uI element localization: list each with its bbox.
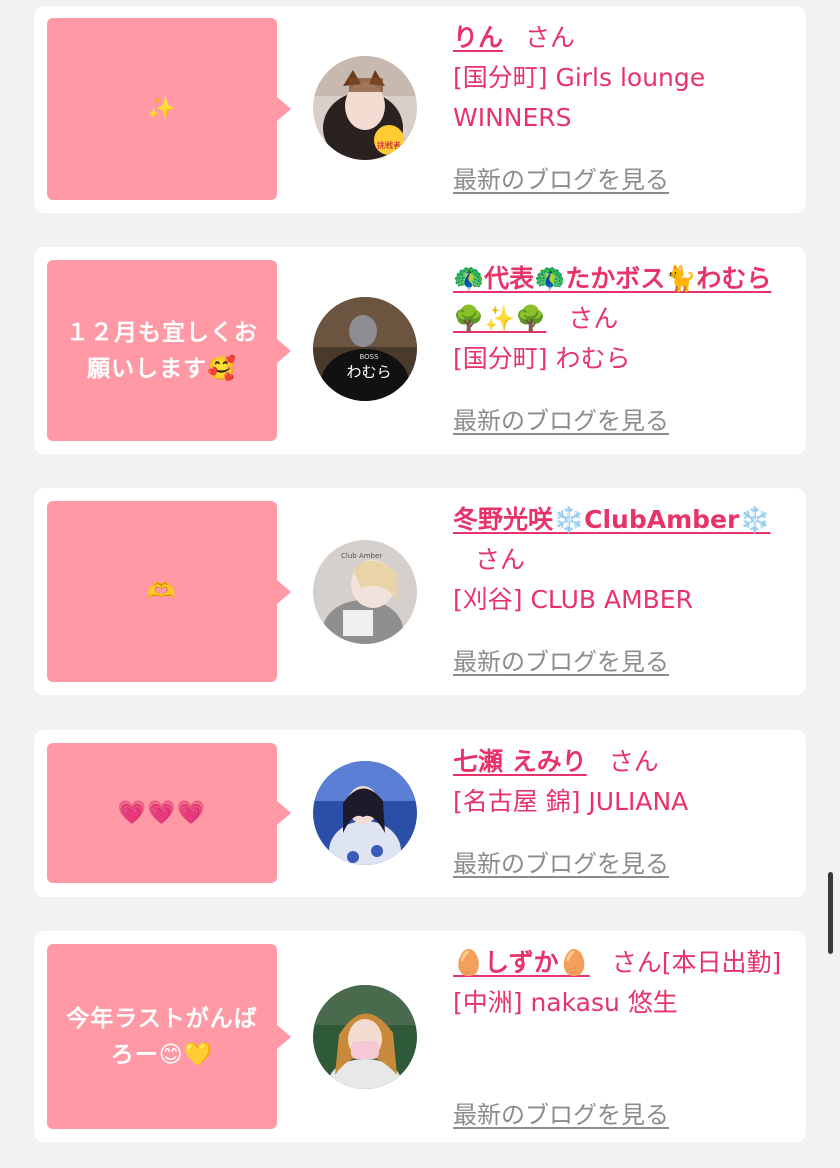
honorific: さん (608, 747, 659, 776)
name-line: 七瀬 えみり さん (453, 742, 793, 782)
cast-info: りん さん [国分町] Girls lounge WINNERS 最新のブログを見… (453, 18, 793, 208)
latest-blog-link[interactable]: 最新のブログを見る (453, 160, 669, 200)
shop-name: [国分町] Girls lounge WINNERS (453, 63, 706, 132)
shop-name: [名古屋 錦] JULIANA (453, 787, 689, 816)
cast-info: 🥚しずか🥚 さん[本日出勤] [中洲] nakasu 悠生 最新のブログを見る (453, 943, 793, 1137)
message-text: １２月も宜しくお願いします🥰 (66, 319, 258, 382)
honorific: さん (568, 304, 619, 333)
cast-card: ✨ 挑戦者 りん さん [国分町] Girls lounge WINNERS 最新… (34, 6, 806, 213)
shop-name: [中洲] nakasu 悠生 (453, 988, 678, 1017)
message-text: 🫶 (147, 578, 177, 605)
name-line: 🥚しずか🥚 さん[本日出勤] (453, 943, 793, 983)
latest-blog-link[interactable]: 最新のブログを見る (453, 401, 669, 441)
cast-card: 🫶 Club Amber 冬野光咲❄️ClubAmber❄️ さん [刈谷] CL… (34, 488, 806, 695)
avatar-badge: Club Amber (341, 552, 382, 560)
cast-info: 七瀬 えみり さん [名古屋 錦] JULIANA 最新のブログを見る (453, 742, 793, 892)
message-bubble: 今年ラストがんばろー😊💛 (47, 944, 291, 1129)
cast-name-link[interactable]: 🥚しずか🥚 (453, 948, 590, 977)
message-bubble: 🫶 (47, 501, 291, 682)
avatar-badge: 挑戦者 (377, 140, 401, 150)
avatar[interactable] (313, 761, 417, 865)
message-bubble: ✨ (47, 18, 291, 200)
cast-card: 💗💗💗 七瀬 えみり さん [名古屋 錦] JULIANA 最新のブログを見る (34, 730, 806, 897)
message-bubble: １２月も宜しくお願いします🥰 (47, 260, 291, 441)
name-line: 🦚代表🦚たかボス🐈わむら🌳✨🌳 さん (453, 259, 793, 339)
avatar[interactable]: Club Amber (313, 540, 417, 644)
honorific: さん[本日出勤] (611, 948, 782, 977)
message-text: ✨ (147, 96, 177, 122)
avatar[interactable] (313, 985, 417, 1089)
latest-blog-link[interactable]: 最新のブログを見る (453, 642, 669, 682)
cast-info: 冬野光咲❄️ClubAmber❄️ さん [刈谷] CLUB AMBER 最新のブ… (453, 500, 793, 690)
shop-name: [刈谷] CLUB AMBER (453, 585, 693, 614)
message-bubble: 💗💗💗 (47, 743, 291, 883)
message-text: 💗💗💗 (117, 800, 207, 826)
cast-info: 🦚代表🦚たかボス🐈わむら🌳✨🌳 さん [国分町] わむら 最新のブログを見る (453, 259, 793, 449)
cast-card: 今年ラストがんばろー😊💛 🥚しずか🥚 さん[本日出勤] [中洲] nakasu 悠… (34, 931, 806, 1142)
avatar-badge-small: BOSS (359, 353, 379, 361)
honorific: さん (525, 23, 576, 52)
shop-name: [国分町] わむら (453, 344, 631, 373)
avatar-badge: わむら (346, 363, 391, 381)
cast-name-link[interactable]: りん (453, 23, 503, 52)
name-line: 冬野光咲❄️ClubAmber❄️ さん (453, 500, 793, 580)
scrollbar[interactable] (828, 872, 833, 954)
cast-name-link[interactable]: 冬野光咲❄️ClubAmber❄️ (453, 505, 770, 534)
cast-card: １２月も宜しくお願いします🥰 BOSS わむら 🦚代表🦚たかボス🐈わむら🌳✨🌳 さ… (34, 247, 806, 454)
cast-name-link[interactable]: 七瀬 えみり (453, 747, 587, 776)
honorific: さん (475, 545, 526, 574)
avatar[interactable]: 挑戦者 (313, 56, 417, 160)
message-text: 今年ラストがんばろー😊💛 (66, 1005, 258, 1068)
avatar[interactable]: BOSS わむら (313, 297, 417, 401)
name-line: りん さん (453, 18, 793, 58)
latest-blog-link[interactable]: 最新のブログを見る (453, 1095, 669, 1135)
latest-blog-link[interactable]: 最新のブログを見る (453, 844, 669, 884)
